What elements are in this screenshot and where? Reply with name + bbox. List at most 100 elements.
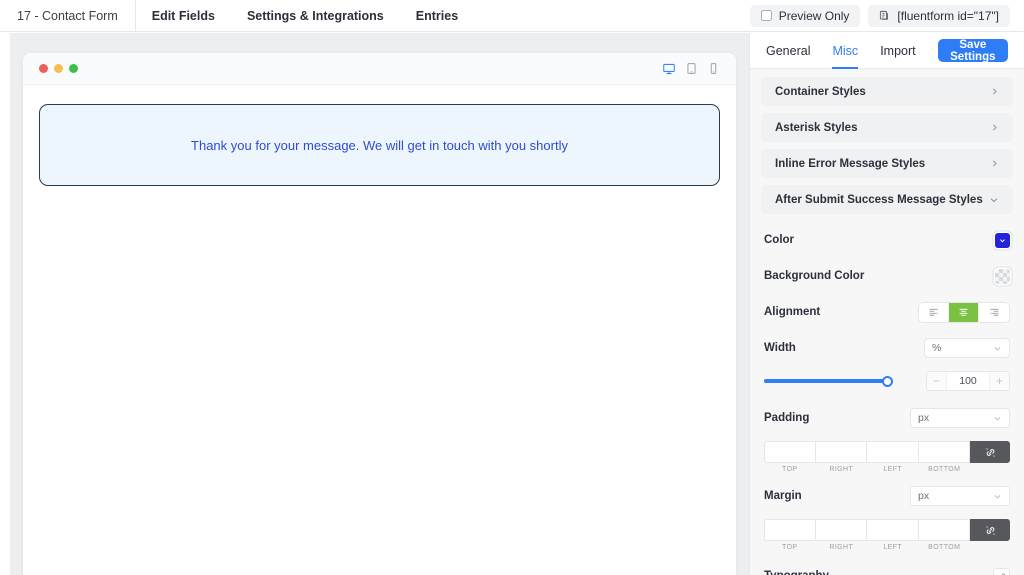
- window-close-dot: [39, 64, 48, 73]
- margin-right-cell: RIGHT: [815, 519, 867, 551]
- padding-right-cell: RIGHT: [815, 441, 867, 473]
- pencil-edit-icon[interactable]: [993, 567, 1010, 575]
- top-nav: Edit Fields Settings & Integrations Entr…: [136, 0, 474, 32]
- shortcode-copy-button[interactable]: [fluentform id="17"]: [868, 4, 1010, 27]
- width-label: Width: [764, 342, 796, 354]
- width-unit-select[interactable]: %: [924, 338, 1010, 358]
- preview-only-label: Preview Only: [778, 8, 850, 23]
- padding-box-grid: TOP RIGHT LEFT BOTTOM: [761, 441, 1013, 473]
- desktop-icon[interactable]: [662, 62, 676, 76]
- window-maximize-dot: [69, 64, 78, 73]
- save-settings-button[interactable]: Save Settings: [937, 39, 1008, 63]
- margin-top-input[interactable]: [764, 519, 816, 541]
- padding-left-cell: LEFT: [867, 441, 919, 473]
- padding-bottom-cell: BOTTOM: [918, 441, 970, 473]
- chevron-right-icon: [990, 123, 999, 132]
- width-unit-control: %: [924, 338, 1010, 358]
- background-color-swatch[interactable]: [995, 268, 1010, 284]
- settings-panel: General Misc Import Save Settings Contai…: [749, 33, 1024, 575]
- chevron-right-icon: [990, 87, 999, 96]
- tab-general[interactable]: General: [766, 33, 810, 69]
- padding-label: Padding: [764, 412, 810, 424]
- top-bar-actions: Preview Only [fluentform id="17"]: [749, 4, 1024, 27]
- link-broken-icon: [985, 447, 995, 457]
- alignment-segmented-control: [918, 301, 1010, 323]
- nav-entries[interactable]: Entries: [400, 0, 474, 32]
- device-switcher: [662, 62, 720, 76]
- accordion-label: Inline Error Message Styles: [775, 157, 926, 170]
- padding-left-input[interactable]: [867, 441, 919, 463]
- preview-only-checkbox[interactable]: [760, 10, 772, 21]
- shortcode-icon: [879, 10, 890, 21]
- panel-tab-bar: General Misc Import Save Settings: [750, 33, 1024, 69]
- preview-only-toggle[interactable]: Preview Only: [749, 4, 861, 27]
- width-stepper: − 100 +: [926, 371, 1010, 391]
- margin-box-grid: TOP RIGHT LEFT BOTTOM: [761, 519, 1013, 551]
- margin-bottom-cell: BOTTOM: [918, 519, 970, 551]
- panel-content: Container Styles Asterisk Styles Inline …: [750, 69, 1024, 575]
- row-padding: Padding px: [761, 405, 1013, 431]
- align-right-icon[interactable]: [979, 303, 1009, 322]
- tab-misc[interactable]: Misc: [832, 33, 858, 69]
- accordion-inline-error-message-styles[interactable]: Inline Error Message Styles: [761, 149, 1013, 178]
- margin-right-input[interactable]: [815, 519, 867, 541]
- alignment-label: Alignment: [764, 306, 821, 318]
- margin-bottom-input[interactable]: [918, 519, 970, 541]
- width-value[interactable]: 100: [946, 372, 990, 390]
- success-message-box: Thank you for your message. We will get …: [39, 104, 720, 186]
- width-decrement-button[interactable]: −: [927, 372, 946, 390]
- slider-fill: [764, 379, 892, 383]
- nav-settings-integrations[interactable]: Settings & Integrations: [231, 0, 400, 32]
- app-root: 17 - Contact Form Edit Fields Settings &…: [0, 0, 1024, 575]
- padding-unit-control: px: [910, 408, 1010, 428]
- shortcode-label: [fluentform id="17"]: [897, 8, 999, 23]
- color-swatch[interactable]: [995, 232, 1010, 248]
- accordion-asterisk-styles[interactable]: Asterisk Styles: [761, 113, 1013, 142]
- row-background-color: Background Color: [761, 263, 1013, 289]
- align-center-icon[interactable]: [949, 302, 979, 322]
- success-message-text: Thank you for your message. We will get …: [191, 137, 568, 153]
- preview-canvas: Thank you for your message. We will get …: [10, 33, 749, 575]
- margin-top-cell: TOP: [764, 519, 816, 551]
- margin-unit-value: px: [918, 490, 930, 502]
- padding-unit-select[interactable]: px: [910, 408, 1010, 428]
- width-increment-button[interactable]: +: [990, 372, 1009, 390]
- align-left-icon[interactable]: [919, 302, 949, 322]
- background-color-control: [995, 268, 1010, 284]
- top-bar: 17 - Contact Form Edit Fields Settings &…: [0, 0, 1024, 32]
- left-edge-strip: [0, 33, 10, 575]
- padding-top-input[interactable]: [764, 441, 816, 463]
- mobile-icon[interactable]: [707, 62, 720, 75]
- margin-top-caption: TOP: [782, 544, 798, 551]
- accordion-container-styles[interactable]: Container Styles: [761, 77, 1013, 106]
- nav-edit-fields[interactable]: Edit Fields: [136, 0, 231, 32]
- alignment-control: [918, 301, 1010, 323]
- row-alignment: Alignment: [761, 299, 1013, 325]
- accordion-after-submit-success-message-styles[interactable]: After Submit Success Message Styles: [761, 185, 1013, 214]
- margin-bottom-caption: BOTTOM: [928, 544, 961, 551]
- tab-import[interactable]: Import: [880, 33, 915, 69]
- window-dots: [39, 64, 78, 73]
- padding-bottom-input[interactable]: [918, 441, 970, 463]
- form-title: 17 - Contact Form: [0, 0, 136, 32]
- row-typography: Typography: [761, 561, 1013, 575]
- margin-left-input[interactable]: [867, 519, 919, 541]
- chevron-down-icon: [993, 344, 1002, 353]
- width-unit-value: %: [932, 342, 942, 354]
- margin-left-caption: LEFT: [883, 544, 903, 551]
- padding-bottom-caption: BOTTOM: [928, 466, 961, 473]
- background-color-label: Background Color: [764, 270, 865, 282]
- margin-unit-select[interactable]: px: [910, 486, 1010, 506]
- padding-top-caption: TOP: [782, 466, 798, 473]
- browser-title-bar: [23, 53, 736, 85]
- width-slider[interactable]: [764, 374, 893, 388]
- margin-right-caption: RIGHT: [829, 544, 854, 551]
- padding-link-toggle[interactable]: [970, 441, 1010, 463]
- slider-handle[interactable]: [882, 375, 893, 387]
- width-slider-row: − 100 +: [761, 371, 1013, 391]
- margin-link-toggle[interactable]: [970, 519, 1010, 541]
- tablet-icon[interactable]: [685, 62, 698, 75]
- margin-unit-control: px: [910, 486, 1010, 506]
- padding-right-input[interactable]: [815, 441, 867, 463]
- color-label: Color: [764, 234, 795, 246]
